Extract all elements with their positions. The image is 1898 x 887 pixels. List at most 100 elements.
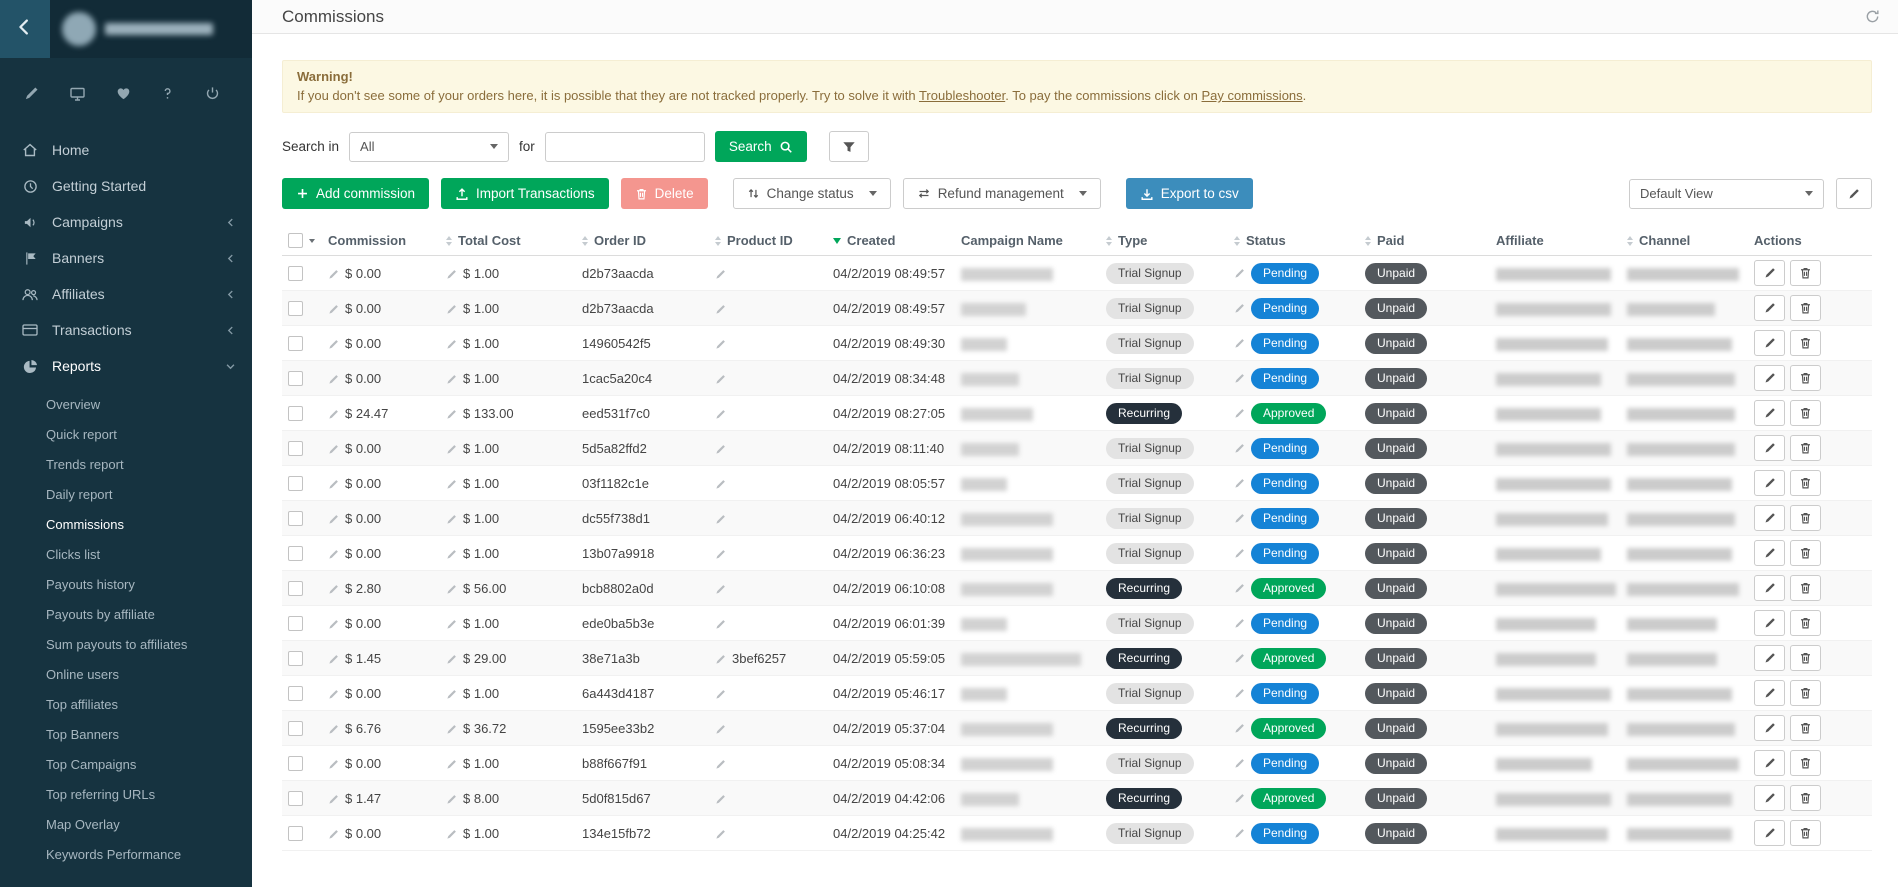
delete-row-button[interactable] bbox=[1790, 645, 1821, 671]
inline-edit-pencil-icon[interactable] bbox=[715, 444, 726, 455]
submenu-item-payouts-history[interactable]: Payouts history bbox=[0, 570, 252, 600]
edit-row-button[interactable] bbox=[1754, 645, 1785, 671]
delete-row-button[interactable] bbox=[1790, 470, 1821, 496]
sidebar-item-transactions[interactable]: Transactions bbox=[0, 312, 252, 348]
inline-edit-pencil-icon[interactable] bbox=[715, 724, 726, 735]
inline-edit-pencil-icon[interactable] bbox=[446, 759, 457, 770]
edit-row-button[interactable] bbox=[1754, 715, 1785, 741]
inline-edit-pencil-icon[interactable] bbox=[715, 654, 726, 665]
submenu-item-sum-payouts-to-affiliates[interactable]: Sum payouts to affiliates bbox=[0, 630, 252, 660]
column-header-total-cost[interactable]: Total Cost bbox=[440, 227, 576, 256]
inline-edit-pencil-icon[interactable] bbox=[446, 374, 457, 385]
submenu-item-quick-report[interactable]: Quick report bbox=[0, 420, 252, 450]
inline-edit-pencil-icon[interactable] bbox=[446, 479, 457, 490]
inline-edit-pencil-icon[interactable] bbox=[1234, 828, 1245, 839]
delete-row-button[interactable] bbox=[1790, 785, 1821, 811]
submenu-item-top-referring-urls[interactable]: Top referring URLs bbox=[0, 780, 252, 810]
column-header-order-id[interactable]: Order ID bbox=[576, 227, 709, 256]
delete-row-button[interactable] bbox=[1790, 680, 1821, 706]
inline-edit-pencil-icon[interactable] bbox=[1234, 758, 1245, 769]
sidebar-item-campaigns[interactable]: Campaigns bbox=[0, 204, 252, 240]
heart-icon[interactable] bbox=[116, 86, 131, 102]
inline-edit-pencil-icon[interactable] bbox=[446, 794, 457, 805]
inline-edit-pencil-icon[interactable] bbox=[328, 549, 339, 560]
sidebar-item-getting-started[interactable]: Getting Started bbox=[0, 168, 252, 204]
delete-row-button[interactable] bbox=[1790, 750, 1821, 776]
inline-edit-pencil-icon[interactable] bbox=[1234, 303, 1245, 314]
submenu-item-trends-report[interactable]: Trends report bbox=[0, 450, 252, 480]
column-header-channel[interactable]: Channel bbox=[1621, 227, 1748, 256]
inline-edit-pencil-icon[interactable] bbox=[715, 549, 726, 560]
search-in-select[interactable]: All bbox=[349, 132, 509, 162]
inline-edit-pencil-icon[interactable] bbox=[328, 689, 339, 700]
sort-icon[interactable] bbox=[446, 236, 452, 246]
inline-edit-pencil-icon[interactable] bbox=[1234, 548, 1245, 559]
delete-row-button[interactable] bbox=[1790, 435, 1821, 461]
sidebar-item-banners[interactable]: Banners bbox=[0, 240, 252, 276]
import-transactions-button[interactable]: Import Transactions bbox=[441, 178, 609, 209]
sort-icon[interactable] bbox=[582, 236, 588, 246]
inline-edit-pencil-icon[interactable] bbox=[1234, 268, 1245, 279]
row-checkbox[interactable] bbox=[288, 406, 303, 421]
inline-edit-pencil-icon[interactable] bbox=[715, 689, 726, 700]
sidebar-item-home[interactable]: Home bbox=[0, 132, 252, 168]
row-checkbox[interactable] bbox=[288, 441, 303, 456]
inline-edit-pencil-icon[interactable] bbox=[715, 829, 726, 840]
inline-edit-pencil-icon[interactable] bbox=[328, 409, 339, 420]
edit-row-button[interactable] bbox=[1754, 680, 1785, 706]
inline-edit-pencil-icon[interactable] bbox=[446, 339, 457, 350]
edit-row-button[interactable] bbox=[1754, 785, 1785, 811]
refund-management-dropdown[interactable]: Refund management bbox=[903, 178, 1101, 209]
change-status-dropdown[interactable]: Change status bbox=[733, 178, 891, 209]
submenu-item-commissions[interactable]: Commissions bbox=[0, 510, 252, 540]
sort-icon[interactable] bbox=[1627, 236, 1633, 246]
delete-row-button[interactable] bbox=[1790, 610, 1821, 636]
inline-edit-pencil-icon[interactable] bbox=[715, 339, 726, 350]
row-checkbox[interactable] bbox=[288, 791, 303, 806]
edit-row-button[interactable] bbox=[1754, 365, 1785, 391]
delete-row-button[interactable] bbox=[1790, 400, 1821, 426]
inline-edit-pencil-icon[interactable] bbox=[715, 759, 726, 770]
inline-edit-pencil-icon[interactable] bbox=[715, 479, 726, 490]
column-header-campaign-name[interactable]: Campaign Name bbox=[955, 227, 1100, 256]
edit-row-button[interactable] bbox=[1754, 330, 1785, 356]
delete-row-button[interactable] bbox=[1790, 330, 1821, 356]
edit-view-button[interactable] bbox=[1836, 178, 1872, 209]
submenu-item-keywords-performance[interactable]: Keywords Performance bbox=[0, 840, 252, 870]
row-checkbox[interactable] bbox=[288, 336, 303, 351]
delete-row-button[interactable] bbox=[1790, 505, 1821, 531]
column-header-commission[interactable]: Commission bbox=[322, 227, 440, 256]
submenu-item-map-overlay[interactable]: Map Overlay bbox=[0, 810, 252, 840]
edit-row-button[interactable] bbox=[1754, 750, 1785, 776]
row-checkbox[interactable] bbox=[288, 476, 303, 491]
sort-desc-icon[interactable] bbox=[833, 238, 841, 244]
row-checkbox[interactable] bbox=[288, 546, 303, 561]
delete-button[interactable]: Delete bbox=[621, 178, 708, 209]
sort-icon[interactable] bbox=[1234, 236, 1240, 246]
inline-edit-pencil-icon[interactable] bbox=[715, 794, 726, 805]
row-checkbox[interactable] bbox=[288, 616, 303, 631]
inline-edit-pencil-icon[interactable] bbox=[328, 584, 339, 595]
add-commission-button[interactable]: Add commission bbox=[282, 178, 429, 209]
inline-edit-pencil-icon[interactable] bbox=[328, 374, 339, 385]
submenu-item-payouts-by-affiliate[interactable]: Payouts by affiliate bbox=[0, 600, 252, 630]
inline-edit-pencil-icon[interactable] bbox=[328, 444, 339, 455]
inline-edit-pencil-icon[interactable] bbox=[1234, 373, 1245, 384]
inline-edit-pencil-icon[interactable] bbox=[1234, 443, 1245, 454]
inline-edit-pencil-icon[interactable] bbox=[1234, 478, 1245, 489]
edit-row-button[interactable] bbox=[1754, 610, 1785, 636]
delete-row-button[interactable] bbox=[1790, 715, 1821, 741]
sort-icon[interactable] bbox=[715, 236, 721, 246]
inline-edit-pencil-icon[interactable] bbox=[328, 339, 339, 350]
filter-button[interactable] bbox=[829, 131, 869, 162]
search-button[interactable]: Search bbox=[715, 131, 807, 162]
power-icon[interactable] bbox=[205, 86, 220, 102]
submenu-item-clicks-list[interactable]: Clicks list bbox=[0, 540, 252, 570]
troubleshooter-link[interactable]: Troubleshooter bbox=[919, 88, 1005, 103]
inline-edit-pencil-icon[interactable] bbox=[446, 514, 457, 525]
row-checkbox[interactable] bbox=[288, 826, 303, 841]
delete-row-button[interactable] bbox=[1790, 260, 1821, 286]
inline-edit-pencil-icon[interactable] bbox=[446, 829, 457, 840]
inline-edit-pencil-icon[interactable] bbox=[328, 269, 339, 280]
inline-edit-pencil-icon[interactable] bbox=[446, 724, 457, 735]
